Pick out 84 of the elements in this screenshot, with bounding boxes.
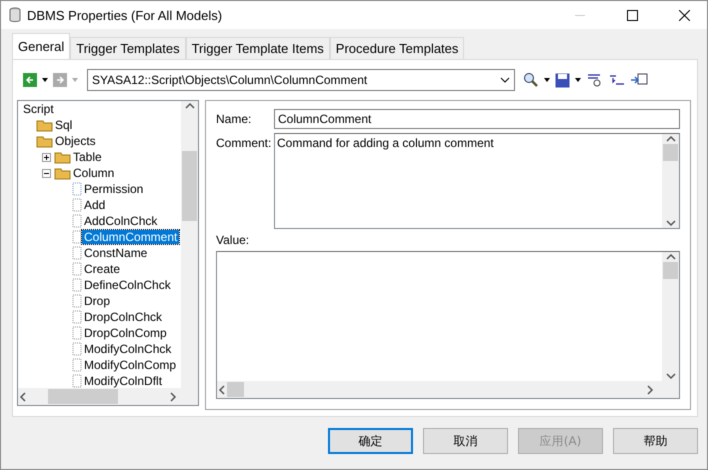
dialog-button[interactable]: 帮助: [613, 428, 698, 454]
tree-item[interactable]: Drop: [82, 294, 112, 308]
chevron-down-icon: [500, 77, 510, 83]
vertical-scrollbar[interactable]: [181, 101, 198, 388]
search-icon: [523, 72, 539, 88]
document-icon: [72, 326, 82, 340]
tree-item[interactable]: ConstName: [82, 246, 150, 260]
scrollbar-thumb[interactable]: [663, 144, 678, 161]
arrow-right-icon: [55, 75, 65, 85]
folder-icon: [36, 118, 53, 132]
collapse-icon[interactable]: [42, 168, 51, 178]
scroll-down-icon[interactable]: [666, 371, 676, 381]
caret-icon[interactable]: [574, 77, 582, 83]
scrollbar-thumb[interactable]: [48, 389, 118, 404]
horizontal-scrollbar[interactable]: [18, 388, 198, 405]
tree-item[interactable]: ColumnComment: [82, 230, 180, 244]
document-icon: [72, 294, 82, 308]
caret-icon[interactable]: [543, 77, 551, 83]
tab[interactable]: Trigger Templates: [70, 37, 186, 59]
document-icon: [72, 214, 82, 228]
value-label: Value:: [216, 233, 250, 247]
tree-item[interactable]: AddColnChck: [82, 214, 160, 228]
scrollbar-thumb[interactable]: [227, 382, 244, 397]
window-title: DBMS Properties (For All Models): [27, 8, 224, 22]
dialog-button[interactable]: 取消: [423, 428, 508, 454]
tab[interactable]: Trigger Template Items: [186, 37, 330, 59]
scrollbar-thumb[interactable]: [663, 262, 678, 279]
document-icon: [72, 262, 82, 276]
tree-root[interactable]: Script: [21, 102, 56, 116]
tree-item[interactable]: Create: [82, 262, 122, 276]
tree-item[interactable]: DefineColnChck: [82, 278, 173, 292]
tree-item[interactable]: Objects: [53, 134, 98, 148]
close-icon: [678, 10, 690, 20]
folder-icon: [36, 134, 53, 148]
expand-icon[interactable]: [42, 152, 51, 162]
document-icon: [72, 198, 82, 212]
tree-item[interactable]: Column: [71, 166, 116, 180]
path-combo[interactable]: SYASA12::Script\Objects\Column\ColumnComment: [87, 69, 515, 91]
tree-item[interactable]: Permission: [82, 182, 146, 196]
tree-item[interactable]: ModifyColnDflt: [82, 374, 164, 388]
document-icon: [72, 342, 82, 356]
tree-item[interactable]: Add: [82, 198, 108, 212]
arrow-left-icon: [25, 75, 35, 85]
tree-item[interactable]: ModifyColnChck: [82, 342, 174, 356]
name-field[interactable]: ColumnComment: [274, 109, 680, 129]
scroll-right-icon[interactable]: [168, 392, 178, 402]
document-icon: [72, 246, 82, 260]
maximize-icon: [626, 10, 638, 20]
tree-item[interactable]: ModifyColnComp: [82, 358, 178, 372]
minimize-icon: [575, 14, 585, 16]
caret-icon[interactable]: [41, 77, 49, 83]
name-label: Name:: [216, 111, 252, 128]
scroll-left-icon[interactable]: [217, 384, 227, 394]
tab[interactable]: Procedure Templates: [330, 37, 464, 59]
vertical-scrollbar[interactable]: [662, 134, 679, 228]
scroll-up-icon[interactable]: [666, 252, 676, 262]
back-button[interactable]: [23, 73, 37, 87]
document-icon: [72, 358, 82, 372]
document-icon: [72, 374, 82, 388]
value-field[interactable]: [216, 251, 680, 399]
document-icon: [72, 230, 82, 244]
scroll-right-icon[interactable]: [645, 384, 655, 394]
scrollbar-thumb[interactable]: [182, 151, 197, 221]
save-icon: [555, 72, 570, 88]
tab[interactable]: General: [12, 33, 70, 59]
folder-icon: [54, 150, 71, 164]
scroll-up-icon[interactable]: [666, 134, 676, 144]
database-icon: [9, 7, 21, 23]
vertical-scrollbar[interactable]: [662, 252, 679, 381]
horizontal-scrollbar[interactable]: [217, 381, 679, 398]
document-icon: [72, 310, 82, 324]
dialog-button[interactable]: 确定: [328, 428, 413, 454]
scroll-left-icon[interactable]: [18, 392, 28, 402]
comment-label: Comment:: [216, 135, 270, 152]
scroll-down-icon[interactable]: [666, 218, 676, 228]
document-icon: [72, 278, 82, 292]
tree-view[interactable]: Script Sql Objects Table Column Permission Add AddColnChck ColumnComment ConstName Create DefineColnChck Drop DropColnChck DropColnComp ModifyColnChck ModifyColnComp ModifyColnDflt: [17, 100, 199, 406]
folder-icon: [54, 166, 71, 180]
comment-field[interactable]: Command for adding a column comment: [274, 133, 680, 229]
tree-item[interactable]: Sql: [53, 118, 74, 132]
tree-item[interactable]: DropColnChck: [82, 310, 164, 324]
scroll-up-icon[interactable]: [184, 101, 194, 111]
tree-item[interactable]: Table: [71, 150, 104, 164]
tree-item[interactable]: DropColnComp: [82, 326, 169, 340]
